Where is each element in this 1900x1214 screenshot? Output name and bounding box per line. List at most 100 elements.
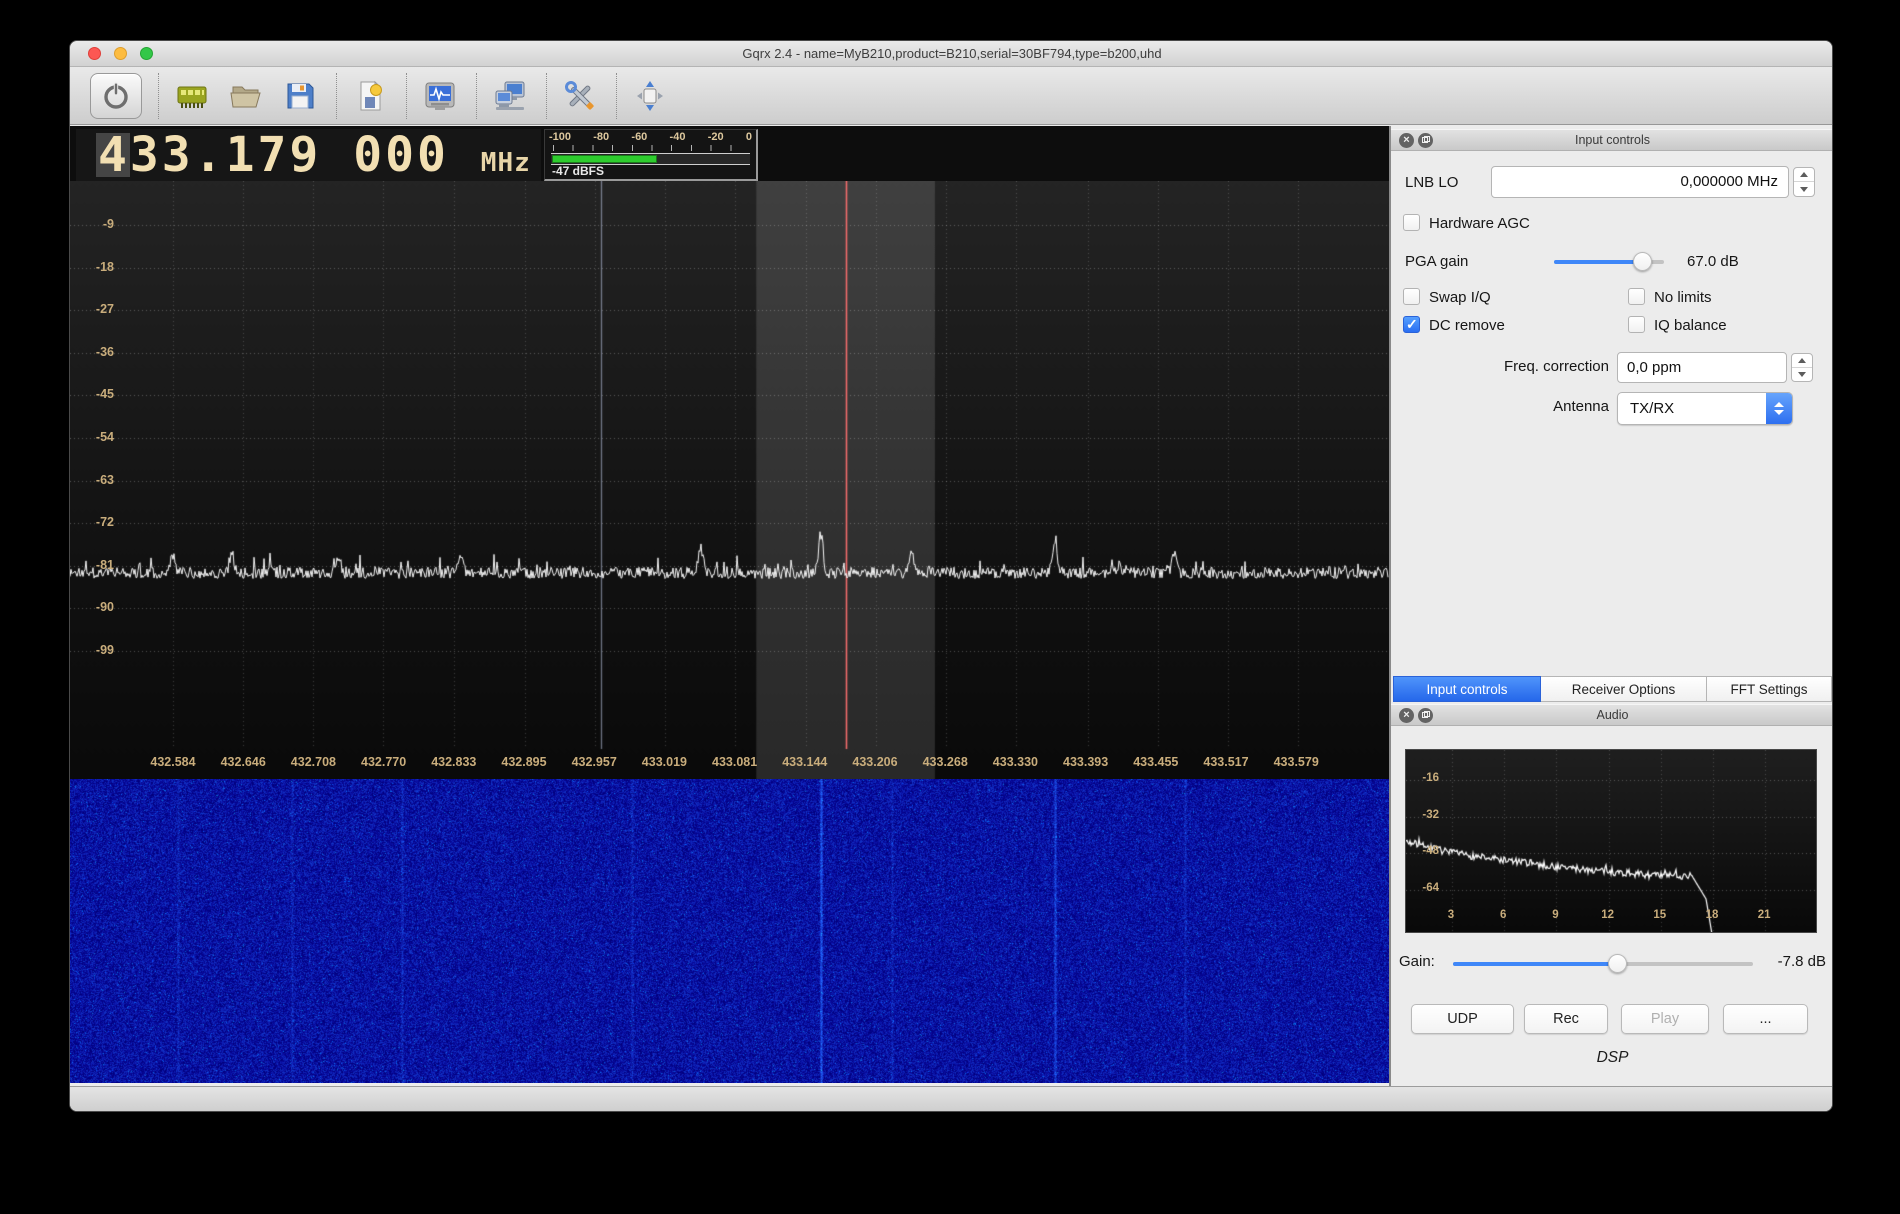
dc-remove-checkbox[interactable] bbox=[1403, 316, 1420, 333]
tab-fft-settings[interactable]: FFT Settings bbox=[1706, 676, 1832, 702]
toolbar bbox=[70, 67, 1833, 125]
dsp-label: DSP bbox=[1391, 1049, 1833, 1067]
spin-down-icon[interactable] bbox=[1794, 182, 1814, 196]
iq-balance-label: IQ balance bbox=[1654, 317, 1727, 334]
spectrum-freq-tick-label: 433.455 bbox=[1121, 755, 1191, 769]
spectrum-db-tick-label: -81 bbox=[78, 558, 114, 572]
meter-tick-label: 0 bbox=[746, 131, 752, 143]
pga-slider-handle[interactable] bbox=[1633, 252, 1652, 271]
signal-meter: -100-80-60-40-200 -47 dBFS bbox=[544, 129, 758, 181]
tab-receiver-options[interactable]: Receiver Options bbox=[1540, 676, 1707, 702]
lnb-lo-input[interactable]: 0,000000 MHz bbox=[1491, 166, 1789, 198]
audio-gain-label: Gain: bbox=[1399, 953, 1435, 970]
spin-up-icon[interactable] bbox=[1794, 168, 1814, 182]
meter-tick-label: -40 bbox=[670, 131, 686, 143]
toolbar-separator bbox=[476, 73, 477, 119]
lnb-lo-spinner[interactable] bbox=[1793, 167, 1815, 197]
save-icon bbox=[283, 79, 317, 113]
meter-tick-label: -100 bbox=[549, 131, 571, 143]
audio-fft-plot[interactable] bbox=[1405, 749, 1817, 933]
toolbar-separator bbox=[616, 73, 617, 119]
audio-db-tick-label: -16 bbox=[1411, 772, 1439, 784]
hardware-agc-label: Hardware AGC bbox=[1429, 215, 1530, 232]
pga-slider-fill bbox=[1554, 260, 1642, 264]
spectrum-freq-tick-label: 432.584 bbox=[138, 755, 208, 769]
waterfall[interactable] bbox=[70, 779, 1389, 1083]
dock-title: Input controls bbox=[1391, 133, 1833, 147]
audio-header: × Audio bbox=[1391, 704, 1833, 726]
meter-tick-label: -60 bbox=[631, 131, 647, 143]
udp-button[interactable]: UDP bbox=[1411, 1004, 1514, 1034]
spectrum-freq-tick-label: 432.957 bbox=[559, 755, 629, 769]
hardware-agc-checkbox[interactable] bbox=[1403, 214, 1420, 231]
spectrum-db-tick-label: -99 bbox=[78, 643, 114, 657]
frequency-value[interactable]: 433.179 000 bbox=[98, 127, 449, 183]
top-strip: 433.179 000 MHz -100-80-60-40-200 -47 dB… bbox=[70, 126, 1389, 181]
frequency-digits[interactable]: 433.179 000 MHz bbox=[98, 130, 531, 180]
spectrum-freq-tick-label: 432.770 bbox=[349, 755, 419, 769]
audio-khz-tick-label: 12 bbox=[1593, 909, 1623, 921]
no-limits-label: No limits bbox=[1654, 289, 1712, 306]
spectrum-freq-tick-label: 433.579 bbox=[1261, 755, 1331, 769]
meter-scale-labels: -100-80-60-40-200 bbox=[549, 131, 752, 143]
spectrum-freq-tick-label: 432.895 bbox=[489, 755, 559, 769]
spectrum-freq-tick-label: 433.330 bbox=[980, 755, 1050, 769]
dropdown-arrows-icon bbox=[1766, 393, 1792, 424]
spectrum-db-tick-label: -9 bbox=[78, 217, 114, 231]
dsp-options-button[interactable] bbox=[416, 73, 464, 119]
tab-input-controls[interactable]: Input controls bbox=[1393, 676, 1541, 702]
meter-reading: -47 dBFS bbox=[552, 164, 604, 178]
audio-gain-slider[interactable] bbox=[1453, 962, 1753, 966]
spectrum-freq-tick-label: 433.081 bbox=[700, 755, 770, 769]
meter-level-bar bbox=[552, 155, 657, 163]
bookmarks-button[interactable] bbox=[346, 73, 394, 119]
spectrum-db-tick-label: -45 bbox=[78, 387, 114, 401]
fullscreen-icon bbox=[633, 79, 667, 113]
play-button[interactable]: Play bbox=[1621, 1004, 1709, 1034]
configure-io-button[interactable] bbox=[168, 73, 216, 119]
rec-button[interactable]: Rec bbox=[1524, 1004, 1608, 1034]
toolbar-separator bbox=[336, 73, 337, 119]
spin-up-icon[interactable] bbox=[1792, 354, 1812, 368]
spectrum-freq-tick-label: 433.019 bbox=[629, 755, 699, 769]
antenna-dropdown[interactable]: TX/RX bbox=[1617, 392, 1793, 425]
fullscreen-button[interactable] bbox=[626, 73, 674, 119]
spectrum-freq-tick-label: 432.646 bbox=[208, 755, 278, 769]
toolbar-separator bbox=[406, 73, 407, 119]
window-bottom-bar bbox=[70, 1086, 1833, 1112]
more-options-button[interactable]: ... bbox=[1723, 1004, 1808, 1034]
pga-gain-slider[interactable] bbox=[1554, 260, 1664, 264]
meter-ticks bbox=[553, 145, 748, 151]
spin-down-icon[interactable] bbox=[1792, 368, 1812, 382]
tools-icon bbox=[563, 79, 597, 113]
audio-db-tick-label: -64 bbox=[1411, 882, 1439, 894]
audio-khz-tick-label: 15 bbox=[1645, 909, 1675, 921]
save-file-button[interactable] bbox=[276, 73, 324, 119]
io-config-icon bbox=[175, 79, 209, 113]
audio-db-tick-label: -32 bbox=[1411, 809, 1439, 821]
tools-button[interactable] bbox=[556, 73, 604, 119]
start-dsp-button[interactable] bbox=[90, 73, 142, 119]
swap-iq-checkbox[interactable] bbox=[1403, 288, 1420, 305]
freq-correction-spinner[interactable] bbox=[1791, 353, 1813, 382]
spectrum-freq-tick-label: 432.708 bbox=[278, 755, 348, 769]
spectrum-freq-tick-label: 432.833 bbox=[419, 755, 489, 769]
dc-remove-label: DC remove bbox=[1429, 317, 1505, 334]
audio-gain-handle[interactable] bbox=[1608, 954, 1627, 973]
iq-balance-checkbox[interactable] bbox=[1628, 316, 1645, 333]
gqrx-window: Gqrx 2.4 - name=MyB210,product=B210,seri… bbox=[69, 40, 1833, 1112]
audio-khz-tick-label: 18 bbox=[1697, 909, 1727, 921]
spectrum-db-tick-label: -18 bbox=[78, 260, 114, 274]
spectrum-plot[interactable] bbox=[70, 181, 1389, 779]
audio-gain-value: -7.8 dB bbox=[1746, 953, 1826, 970]
spectrum-db-tick-label: -36 bbox=[78, 345, 114, 359]
freq-correction-input[interactable]: 0,0 ppm bbox=[1617, 352, 1787, 383]
open-file-button[interactable] bbox=[222, 73, 270, 119]
frequency-display[interactable]: 433.179 000 MHz bbox=[76, 129, 541, 181]
power-icon bbox=[99, 79, 133, 113]
remote-control-button[interactable] bbox=[486, 73, 534, 119]
toolbar-separator bbox=[546, 73, 547, 119]
lnb-lo-label: LNB LO bbox=[1405, 174, 1458, 191]
no-limits-checkbox[interactable] bbox=[1628, 288, 1645, 305]
antenna-label: Antenna bbox=[1401, 398, 1609, 415]
